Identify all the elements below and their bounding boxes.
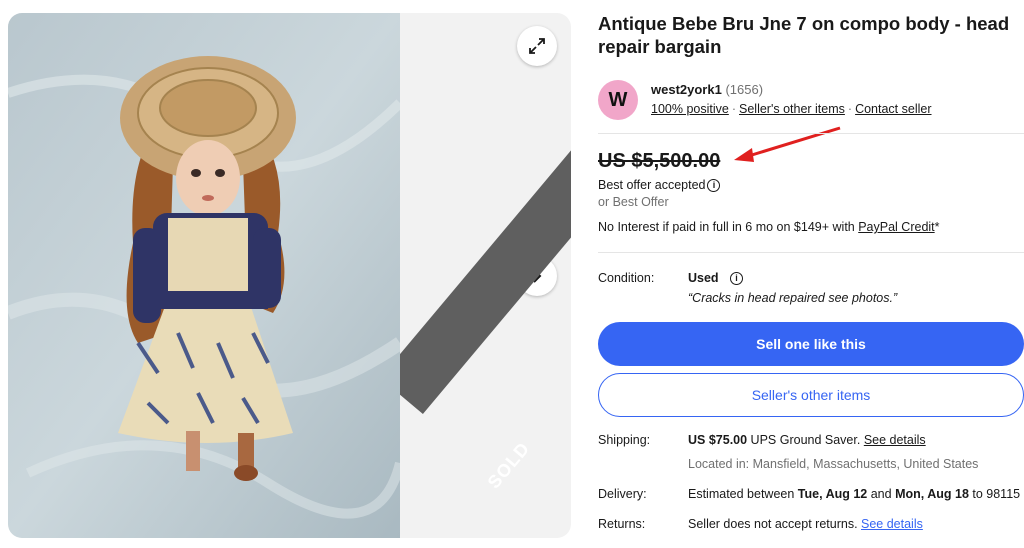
shipping-service: UPS Ground Saver. <box>747 433 864 447</box>
or-best-offer: or Best Offer <box>598 195 669 209</box>
seller-other-items-button[interactable]: Seller's other items <box>598 373 1024 417</box>
condition-value-line: Used i <box>688 271 744 286</box>
divider <box>598 133 1024 134</box>
seller-name-line: west2york1 (1656) <box>651 82 763 97</box>
price: US $5,500.00 <box>598 150 721 172</box>
contact-seller-link[interactable]: Contact seller <box>855 102 931 116</box>
offer-status-text: Best offer accepted <box>598 178 706 192</box>
returns-see-details-link[interactable]: See details <box>861 517 923 531</box>
shipping-label: Shipping: <box>598 433 651 447</box>
divider <box>598 252 1024 253</box>
shipping-cost: US $75.00 <box>688 433 748 447</box>
delivery-label: Delivery: <box>598 487 647 501</box>
offer-status: Best offer accepted i <box>598 178 721 193</box>
condition-value: Used <box>688 271 719 285</box>
listing-title: Antique Bebe Bru Jne 7 on compo body - h… <box>598 13 1010 57</box>
sold-ribbon <box>400 13 571 538</box>
seller-card: W west2york1 (1656) 100% positive · Seller… <box>598 80 1024 130</box>
paypal-credit-note: No Interest if paid in full in 6 mo on $… <box>598 220 940 234</box>
seller-name[interactable]: west2york1 <box>651 82 722 97</box>
paypal-credit-link[interactable]: PayPal Credit <box>858 220 934 234</box>
image-gallery: SOLD <box>8 13 571 538</box>
item-location: Located in: Mansfield, Massachusetts, Un… <box>688 457 979 471</box>
product-photo[interactable] <box>8 13 400 538</box>
returns-label: Returns: <box>598 517 646 531</box>
returns-text: Seller does not accept returns. <box>688 517 862 531</box>
seller-feedback-count: (1656) <box>725 82 764 97</box>
paypal-text: No Interest if paid in full in 6 mo on $… <box>598 220 859 234</box>
listing-details: Antique Bebe Bru Jne 7 on compo body - h… <box>598 0 1024 548</box>
paypal-suffix: * <box>934 220 940 234</box>
info-icon[interactable]: i <box>707 179 721 193</box>
positive-feedback-link[interactable]: 100% positive <box>651 102 729 116</box>
seller-links: 100% positive · Seller's other items · Conta… <box>651 102 932 116</box>
condition-note: “Cracks in head repaired see photos.” <box>688 291 898 305</box>
delivery-start: Tue, Aug 12 <box>797 487 868 501</box>
returns-value: Seller does not accept returns. See deta… <box>688 517 923 531</box>
info-icon[interactable]: i <box>730 272 744 286</box>
condition-label: Condition: <box>598 271 655 285</box>
delivery-value: Estimated between Tue, Aug 12 and Mon, A… <box>688 487 1021 501</box>
shipping-see-details-link[interactable]: See details <box>864 433 926 447</box>
sell-one-like-this-button[interactable]: Sell one like this <box>598 322 1024 366</box>
delivery-end: Mon, Aug 18 <box>895 487 969 501</box>
avatar[interactable]: W <box>598 80 638 120</box>
seller-other-items-link[interactable]: Seller's other items <box>739 102 845 116</box>
shipping-value: US $75.00 UPS Ground Saver. See details <box>688 433 926 447</box>
